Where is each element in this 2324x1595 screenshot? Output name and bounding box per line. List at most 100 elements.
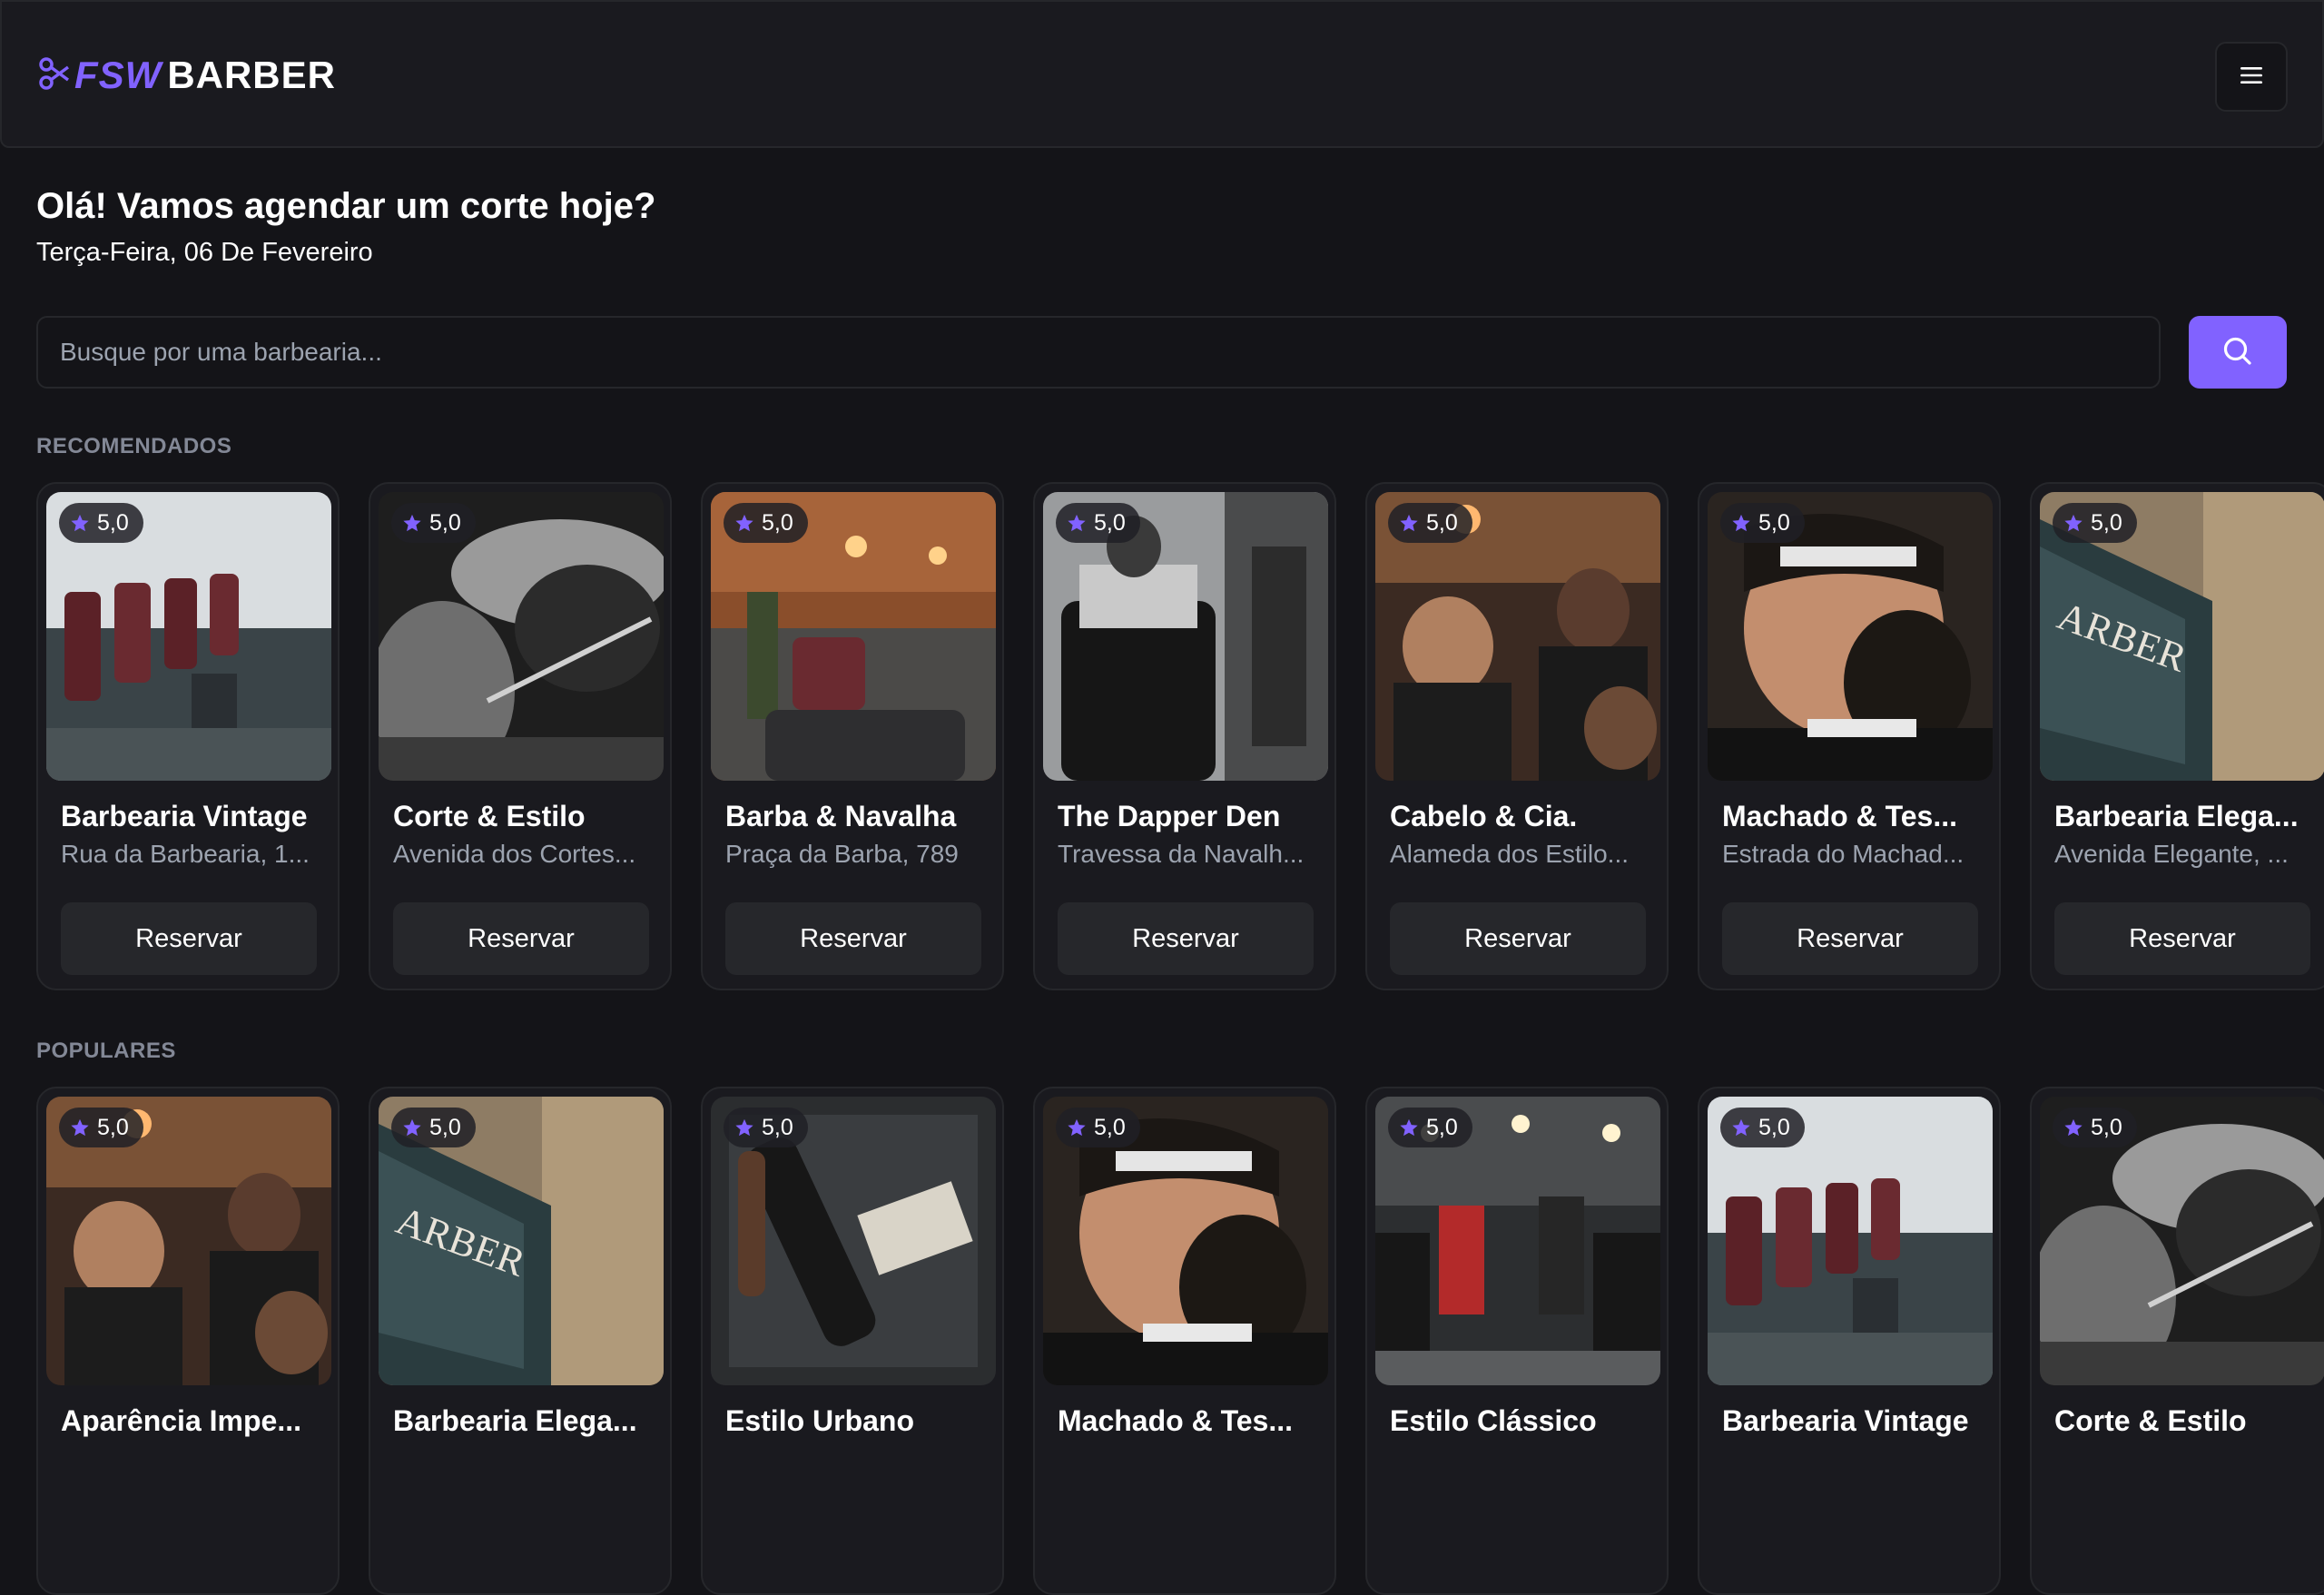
reserve-button[interactable]: Reservar [1390,902,1646,975]
star-icon [70,513,90,533]
star-icon [402,513,422,533]
star-icon [734,1117,754,1137]
reserve-button[interactable]: Reservar [1058,902,1314,975]
rating-badge: 5,0 [59,503,143,543]
barbershop-address: Travessa da Navalh... [1058,840,1305,868]
current-date: Terça-Feira, 06 De Fevereiro [36,238,373,267]
barbershop-name: Barbearia Vintage [1722,1404,1969,1437]
star-icon [70,1117,90,1137]
barbershop-image[interactable]: 5,0 [379,492,664,781]
menu-button[interactable] [2215,42,2288,112]
reserve-button[interactable]: Reservar [393,902,649,975]
barbershop-image[interactable]: 5,0 [1708,1097,1993,1385]
barbershop-address: Praça da Barba, 789 [725,840,959,868]
barbershop-card[interactable]: 5,0 Machado & Tes... Estrada do Machad..… [1698,482,2001,990]
barbershop-image[interactable]: 5,0 [1708,492,1993,781]
barbershop-image[interactable]: 5,0 [1043,1097,1328,1385]
barbershop-card[interactable]: 5,0 Aparência Impe... [36,1087,340,1595]
rating-badge: 5,0 [2053,503,2137,543]
rating-value: 5,0 [1094,1114,1126,1140]
barbershop-address: Estrada do Machad... [1722,840,1965,868]
rating-value: 5,0 [429,509,461,536]
scissors-icon [38,55,70,96]
barbershop-image[interactable]: 5,0 [46,492,331,781]
search-input[interactable] [36,316,2161,389]
barbershop-name: Corte & Estilo [393,800,586,832]
barbershop-name: Estilo Urbano [725,1404,915,1437]
reserve-button[interactable]: Reservar [61,902,317,975]
rating-badge: 5,0 [724,503,808,543]
rating-value: 5,0 [429,1114,461,1140]
barbershop-name: Barbearia Elega... [2054,800,2299,832]
star-icon [1731,1117,1751,1137]
barbershop-card[interactable]: 5,0 Machado & Tes... [1033,1087,1336,1595]
barbershop-name: Machado & Tes... [1722,800,1958,832]
rating-value: 5,0 [1094,509,1126,536]
barbershop-name: Barba & Navalha [725,800,957,832]
barbershop-card[interactable]: 5,0 Corte & Estilo [2030,1087,2324,1595]
menu-icon [2240,65,2263,88]
star-icon [2063,1117,2083,1137]
top-bar: FSW BARBER [0,0,2324,148]
barbershop-card[interactable]: 5,0 Cabelo & Cia. Alameda dos Estilo... … [1365,482,1669,990]
barbershop-card[interactable]: 5,0 Corte & Estilo Avenida dos Cortes...… [369,482,672,990]
barbershop-name: Aparência Impe... [61,1404,301,1437]
barbershop-image[interactable]: 5,0 [1043,492,1328,781]
rating-value: 5,0 [762,509,793,536]
barbershop-card[interactable]: 5,0 Barbearia Vintage Rua da Barbearia, … [36,482,340,990]
barbershop-name: The Dapper Den [1058,800,1281,832]
rating-badge: 5,0 [391,1108,476,1147]
star-icon [734,513,754,533]
star-icon [1731,513,1751,533]
rating-badge: 5,0 [1720,1108,1805,1147]
star-icon [1067,1117,1087,1137]
star-icon [402,1117,422,1137]
logo-primary-text: FSW [74,54,162,96]
barbershop-card[interactable]: 5,0 Barba & Navalha Praça da Barba, 789 … [701,482,1004,990]
greeting-heading: Olá! Vamos agendar um corte hoje? [36,186,656,226]
star-icon [2063,513,2083,533]
barbershop-card[interactable]: 5,0 The Dapper Den Travessa da Navalh...… [1033,482,1336,990]
barbershop-address: Avenida Elegante, ... [2054,840,2289,868]
barbershop-image[interactable]: 5,0 [46,1097,331,1385]
rating-value: 5,0 [1758,509,1790,536]
recommended-list: 5,0 Barbearia Vintage Rua da Barbearia, … [36,482,2324,990]
barbershop-name: Barbearia Vintage [61,800,308,832]
barbershop-address: Alameda dos Estilo... [1390,840,1630,868]
rating-value: 5,0 [1426,1114,1458,1140]
rating-badge: 5,0 [1056,1108,1140,1147]
barbershop-address: Avenida dos Cortes... [393,840,636,868]
reserve-button[interactable]: Reservar [1722,902,1978,975]
barbershop-image[interactable]: 5,0 [1375,1097,1660,1385]
rating-badge: 5,0 [59,1108,143,1147]
star-icon [1399,513,1419,533]
popular-section-title: POPULARES [36,1039,176,1063]
search-icon [2220,333,2256,372]
rating-value: 5,0 [1758,1114,1790,1140]
barbershop-image[interactable]: 5,0 [711,1097,996,1385]
recommended-section-title: RECOMENDADOS [36,434,232,458]
rating-badge: 5,0 [1720,503,1805,543]
barbershop-card[interactable]: 5,0 Estilo Clássico [1365,1087,1669,1595]
barbershop-name: Corte & Estilo [2054,1404,2247,1437]
barbershop-image[interactable]: 5,0 [2040,1097,2324,1385]
barbershop-name: Cabelo & Cia. [1390,800,1578,832]
reserve-button[interactable]: Reservar [725,902,981,975]
barbershop-card[interactable]: ARBER 5,0 Barbearia Elega... Avenida Ele… [2030,482,2324,990]
barbershop-image[interactable]: 5,0 [711,492,996,781]
barbershop-image[interactable]: ARBER 5,0 [2040,492,2324,781]
barbershop-card[interactable]: 5,0 Barbearia Vintage [1698,1087,2001,1595]
barbershop-name: Machado & Tes... [1058,1404,1294,1437]
rating-value: 5,0 [1426,509,1458,536]
rating-value: 5,0 [2091,509,2122,536]
app-logo[interactable]: FSW BARBER [38,53,336,98]
barbershop-card[interactable]: 5,0 Estilo Urbano [701,1087,1004,1595]
popular-list: 5,0 Aparência Impe... ARBER 5,0 Barbeari… [36,1087,2324,1595]
barbershop-card[interactable]: ARBER 5,0 Barbearia Elega... [369,1087,672,1595]
rating-badge: 5,0 [1388,1108,1472,1147]
barbershop-image[interactable]: ARBER 5,0 [379,1097,664,1385]
barbershop-image[interactable]: 5,0 [1375,492,1660,781]
search-button[interactable] [2189,316,2287,389]
reserve-button[interactable]: Reservar [2054,902,2310,975]
rating-value: 5,0 [762,1114,793,1140]
